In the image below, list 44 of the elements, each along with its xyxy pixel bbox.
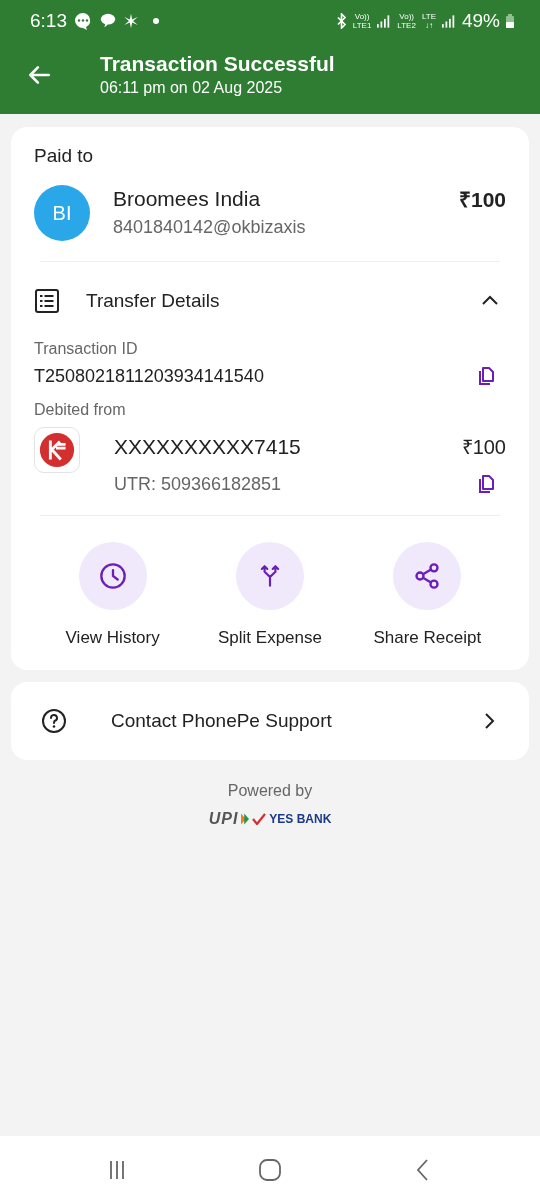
checkmark-icon: [252, 813, 267, 825]
transfer-details-toggle[interactable]: Transfer Details: [34, 276, 506, 326]
action-label[interactable]: Share Receipt: [373, 628, 482, 648]
signal-icon: [441, 14, 456, 28]
clock-icon: [98, 562, 127, 590]
help-icon: [41, 708, 67, 734]
utr-number: UTR: 509366182851: [114, 474, 282, 495]
transaction-id: T2508021811203934141540: [34, 366, 264, 387]
sparkle-icon: [123, 13, 139, 29]
network-label: Vo)) LTE2: [397, 12, 416, 30]
network-label: LTE ↓↑: [421, 12, 436, 30]
status-time: 6:13: [30, 10, 67, 32]
home-button[interactable]: [258, 1158, 282, 1182]
copy-icon[interactable]: [476, 474, 496, 495]
header-title: Transaction Successful: [100, 52, 335, 76]
signal-icon: [377, 14, 392, 28]
payee-avatar: BI: [34, 185, 90, 241]
list-icon: [34, 288, 60, 314]
transaction-id-label: Transaction ID: [34, 340, 139, 358]
action-label[interactable]: View History: [65, 628, 160, 648]
support-label: Contact PhonePe Support: [111, 710, 333, 732]
account-number: XXXXXXXXXX7415: [114, 434, 301, 459]
debited-amount: ₹100: [461, 435, 506, 460]
chat-icon: [73, 11, 93, 31]
bank-logo-icon: [34, 427, 80, 473]
upi-arrow-icon: [241, 813, 250, 825]
battery-icon: [506, 14, 514, 28]
debited-from-label: Debited from: [34, 401, 127, 419]
upi-logo: UPI: [208, 810, 239, 828]
support-card[interactable]: Contact PhonePe Support: [11, 682, 529, 760]
bank-logo-text: YES BANK: [269, 812, 332, 826]
powered-by-label: Powered by: [227, 782, 313, 800]
paid-to-label: Paid to: [34, 145, 95, 167]
action-label[interactable]: Split Expense: [218, 628, 322, 648]
battery-percent: 49%: [461, 10, 500, 32]
payee-upi-id: 8401840142@okbizaxis: [113, 217, 307, 238]
copy-icon[interactable]: [476, 366, 496, 387]
header-subtitle: 06:11 pm on 02 Aug 2025: [100, 79, 284, 97]
bluetooth-icon: [335, 13, 347, 29]
share-icon: [413, 562, 442, 590]
notification-dot: [153, 18, 159, 24]
payment-amount: ₹100: [458, 187, 506, 213]
payee-name: Broomees India: [113, 187, 262, 211]
network-label: Vo)) LTE1: [352, 12, 372, 30]
